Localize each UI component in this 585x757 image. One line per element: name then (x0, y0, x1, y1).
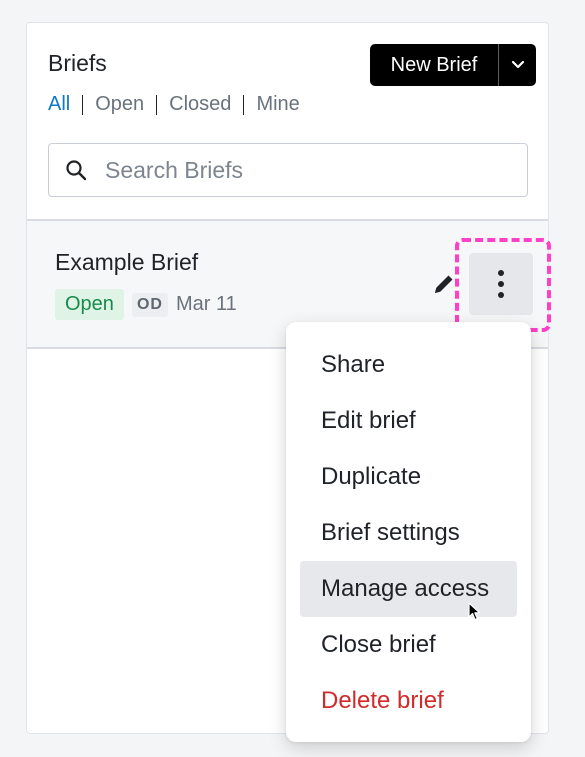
search-input[interactable] (103, 155, 507, 185)
brief-title[interactable]: Example Brief (55, 249, 198, 276)
chevron-down-icon (511, 60, 524, 69)
menu-item-close-brief[interactable]: Close brief (300, 617, 517, 673)
filter-mine[interactable]: Mine (244, 93, 311, 116)
avatar: OD (131, 292, 168, 317)
filter-open[interactable]: Open (83, 93, 156, 116)
menu-item-edit-brief[interactable]: Edit brief (300, 393, 517, 449)
more-vertical-icon (498, 292, 504, 298)
mouse-cursor-icon (468, 602, 482, 627)
search-box (48, 143, 528, 197)
brief-meta: Open OD Mar 11 (55, 289, 237, 320)
brief-date: Mar 11 (175, 293, 237, 315)
filter-all[interactable]: All (48, 93, 82, 116)
menu-item-share[interactable]: Share (300, 337, 517, 393)
status-badge: Open (55, 289, 124, 320)
more-options-button[interactable] (469, 253, 533, 315)
filter-tabs: All Open Closed Mine (48, 93, 312, 116)
search-icon (65, 159, 91, 181)
menu-item-duplicate[interactable]: Duplicate (300, 449, 517, 505)
more-vertical-icon (498, 281, 504, 287)
more-vertical-icon (498, 270, 504, 276)
menu-item-delete-brief[interactable]: Delete brief (300, 673, 517, 729)
context-menu: Share Edit brief Duplicate Brief setting… (286, 322, 531, 742)
new-brief-dropdown-button[interactable] (499, 44, 536, 86)
new-brief-split-button: New Brief (370, 44, 536, 86)
pencil-icon[interactable] (431, 271, 457, 302)
new-brief-button[interactable]: New Brief (370, 44, 498, 86)
menu-item-brief-settings[interactable]: Brief settings (300, 505, 517, 561)
menu-item-manage-access[interactable]: Manage access (300, 561, 517, 617)
page-title: Briefs (48, 50, 107, 76)
filter-closed[interactable]: Closed (157, 93, 243, 116)
